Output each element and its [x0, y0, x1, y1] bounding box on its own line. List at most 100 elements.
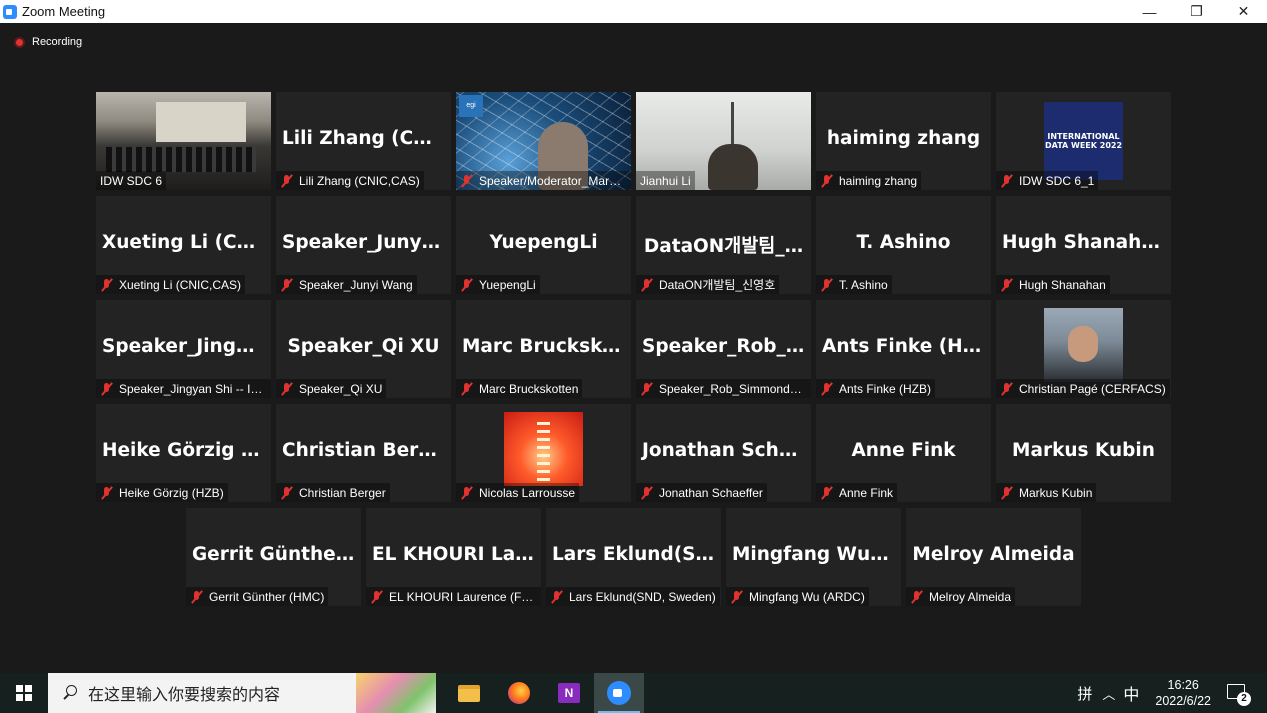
- windows-taskbar: 在这里输入你要搜索的内容 N 拼 ︿ 中 16:26 2022/6/22 2: [0, 673, 1267, 713]
- restore-button[interactable]: ❐: [1173, 0, 1220, 23]
- participant-tile[interactable]: Markus Kubin Markus Kubin: [996, 404, 1171, 502]
- participant-tile[interactable]: Speaker_Rob_Si… Speaker_Rob_Simmonds (…: [636, 300, 811, 398]
- participant-name-label: Ants Finke (HZB): [816, 379, 936, 398]
- participant-tile[interactable]: Anne Fink Anne Fink: [816, 404, 991, 502]
- mic-muted-icon: [820, 382, 834, 396]
- clock-time: 16:26: [1167, 678, 1199, 692]
- recording-label: Recording: [32, 36, 83, 48]
- taskbar-zoom[interactable]: [594, 673, 644, 713]
- participant-name-label: Jianhui Li: [636, 171, 695, 190]
- participant-tile[interactable]: Jianhui Li: [636, 92, 811, 190]
- taskbar-clock[interactable]: 16:26 2022/6/22: [1155, 677, 1211, 709]
- participant-name-label: Heike Görzig (HZB): [96, 483, 228, 502]
- folder-icon: [458, 684, 480, 702]
- mic-muted-icon: [910, 590, 924, 604]
- participant-name: Markus Kubin: [1019, 485, 1093, 500]
- mic-muted-icon: [280, 486, 294, 500]
- search-highlight-image: [356, 673, 436, 713]
- participant-name: Jianhui Li: [640, 173, 691, 188]
- participant-tile[interactable]: Marc Bruckskot… Marc Bruckskotten: [456, 300, 631, 398]
- participant-name: Lili Zhang (CNIC,CAS): [299, 173, 420, 188]
- participant-tile[interactable]: Nicolas Larrousse: [456, 404, 631, 502]
- mic-muted-icon: [820, 174, 834, 188]
- taskbar-search-box[interactable]: 在这里输入你要搜索的内容: [48, 673, 436, 713]
- participant-name: Melroy Almeida: [929, 589, 1012, 604]
- participant-tile[interactable]: Christian Berger Christian Berger: [276, 404, 451, 502]
- participant-tile[interactable]: T. Ashino T. Ashino: [816, 196, 991, 294]
- participant-tile[interactable]: Mingfang Wu (… Mingfang Wu (ARDC): [726, 508, 901, 606]
- participant-name-label: IDW SDC 6: [96, 171, 167, 190]
- participant-name-label: Christian Pagé (CERFACS): [996, 379, 1170, 398]
- recording-indicator[interactable]: Recording: [14, 36, 82, 48]
- participant-display-name: T. Ashino: [856, 232, 951, 253]
- mic-muted-icon: [370, 590, 384, 604]
- participant-name-label: Lili Zhang (CNIC,CAS): [276, 171, 424, 190]
- participant-tile[interactable]: INTERNATIONAL DATA WEEK 2022 IDW SDC 6_1: [996, 92, 1171, 190]
- participant-name-label: Gerrit Günther (HMC): [186, 587, 329, 606]
- participant-name: Speaker/Moderator_Mark…: [479, 173, 627, 188]
- participant-name-label: Melroy Almeida: [906, 587, 1016, 606]
- notification-center-icon[interactable]: 2: [1225, 682, 1251, 706]
- participant-name: Christian Berger: [299, 485, 386, 500]
- mic-muted-icon: [100, 278, 114, 292]
- start-button[interactable]: [0, 673, 48, 713]
- participant-display-name: Lili Zhang (CNI…: [282, 128, 451, 149]
- meeting-gallery: Recording IDW SDC 6 Lili Zhang (CNI… Lili …: [0, 23, 1267, 673]
- show-hidden-icons-chevron-icon[interactable]: ︿: [1102, 684, 1115, 703]
- taskbar-onenote[interactable]: N: [544, 673, 594, 713]
- participant-tile[interactable]: DataON개발팀_… DataON개발팀_신영호: [636, 196, 811, 294]
- participant-tile[interactable]: YuepengLi YuepengLi: [456, 196, 631, 294]
- windows-logo-icon: [16, 685, 32, 701]
- participant-display-name: Christian Berger: [282, 440, 451, 461]
- participant-name-label: haiming zhang: [816, 171, 922, 190]
- taskbar-file-explorer[interactable]: [444, 673, 494, 713]
- participant-name: Anne Fink: [839, 485, 894, 500]
- participant-tile[interactable]: Jonathan Schae… Jonathan Schaeffer: [636, 404, 811, 502]
- participant-tile[interactable]: Speaker_Jingya… Speaker_Jingyan Shi -- IH…: [96, 300, 271, 398]
- participant-name-label: Marc Bruckskotten: [456, 379, 583, 398]
- participant-name: Gerrit Günther (HMC): [209, 589, 325, 604]
- participant-name-label: EL KHOURI Laurence (FR …: [366, 587, 541, 606]
- participant-tile[interactable]: Gerrit Günther (… Gerrit Günther (HMC): [186, 508, 361, 606]
- participant-name-label: Speaker_Rob_Simmonds (…: [636, 379, 811, 398]
- participant-tile[interactable]: Christian Pagé (CERFACS): [996, 300, 1171, 398]
- participant-tile[interactable]: Xueting Li (CNI… Xueting Li (CNIC,CAS): [96, 196, 271, 294]
- participant-display-name: Markus Kubin: [1012, 440, 1155, 461]
- input-language-indicator[interactable]: 中: [1123, 681, 1139, 705]
- recording-dot-icon: [14, 36, 25, 48]
- participant-tile[interactable]: Hugh Shanahan Hugh Shanahan: [996, 196, 1171, 294]
- participant-display-name: Heike Görzig (H…: [102, 440, 271, 461]
- window-titlebar[interactable]: Zoom Meeting — ❐ ✕: [0, 0, 1267, 23]
- window-title: Zoom Meeting: [22, 4, 106, 19]
- participant-tile[interactable]: Speaker_Junyi… Speaker_Junyi Wang: [276, 196, 451, 294]
- participant-tile[interactable]: Heike Görzig (H… Heike Görzig (HZB): [96, 404, 271, 502]
- mic-muted-icon: [730, 590, 744, 604]
- ime-mode-icon[interactable]: 拼: [1077, 683, 1092, 704]
- taskbar-firefox[interactable]: [494, 673, 544, 713]
- participant-display-name: Melroy Almeida: [912, 544, 1075, 565]
- participant-name-label: DataON개발팀_신영호: [636, 275, 780, 294]
- participant-display-name: EL KHOURI Laur…: [372, 544, 541, 565]
- participant-tile[interactable]: Lili Zhang (CNI… Lili Zhang (CNIC,CAS): [276, 92, 451, 190]
- participant-tile[interactable]: Speaker_Qi XU Speaker_Qi XU: [276, 300, 451, 398]
- participant-name-label: Lars Eklund(SND, Sweden): [546, 587, 720, 606]
- participant-tile[interactable]: EL KHOURI Laur… EL KHOURI Laurence (FR …: [366, 508, 541, 606]
- participant-tile[interactable]: Lars Eklund(SN… Lars Eklund(SND, Sweden): [546, 508, 721, 606]
- mic-muted-icon: [1000, 382, 1014, 396]
- close-button[interactable]: ✕: [1220, 0, 1267, 23]
- participant-name: Christian Pagé (CERFACS): [1019, 381, 1166, 396]
- participant-display-name: Mingfang Wu (…: [732, 544, 901, 565]
- minimize-button[interactable]: —: [1126, 0, 1173, 23]
- system-tray: 拼 ︿ 中 16:26 2022/6/22 2: [1077, 673, 1267, 713]
- participant-tile[interactable]: IDW SDC 6: [96, 92, 271, 190]
- participant-name: T. Ashino: [839, 277, 888, 292]
- participant-name: Speaker_Qi XU: [299, 381, 383, 396]
- participant-name: IDW SDC 6: [100, 173, 163, 188]
- mic-muted-icon: [460, 278, 474, 292]
- window-controls: — ❐ ✕: [1126, 0, 1267, 23]
- participant-tile[interactable]: haiming zhang haiming zhang: [816, 92, 991, 190]
- mic-muted-icon: [1000, 278, 1014, 292]
- participant-tile[interactable]: Ants Finke (HZB) Ants Finke (HZB): [816, 300, 991, 398]
- participant-tile[interactable]: egi Speaker/Moderator_Mark…: [456, 92, 631, 190]
- participant-tile[interactable]: Melroy Almeida Melroy Almeida: [906, 508, 1081, 606]
